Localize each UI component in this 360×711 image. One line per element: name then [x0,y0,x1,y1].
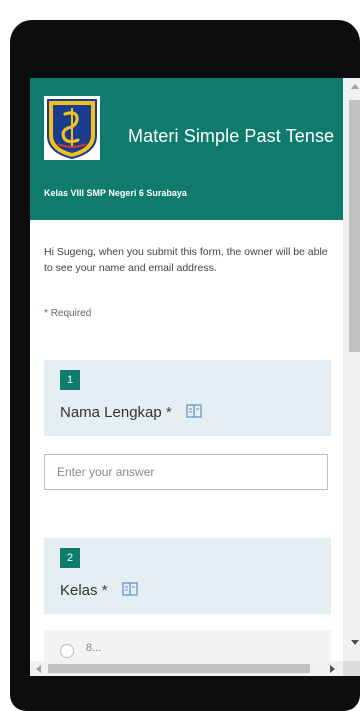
immersive-reader-icon[interactable] [186,404,202,422]
form-content: Materi Simple Past Tense Kelas VIII SMP … [30,78,343,676]
immersive-reader-icon[interactable] [122,582,138,600]
logo-icon [44,96,100,160]
vertical-scroll-thumb[interactable] [349,100,360,352]
vertical-scrollbar[interactable] [343,78,360,661]
required-note: * Required [44,308,91,319]
scroll-down-icon[interactable] [351,640,359,645]
question-card-1: 1 Nama Lengkap * [44,360,331,436]
question-text: Nama Lengkap [60,404,162,421]
horizontal-scrollbar[interactable] [30,661,343,676]
form-subtitle: Kelas VIII SMP Negeri 6 Surabaya [44,188,187,198]
required-mark: * [165,404,172,421]
nama-lengkap-input[interactable]: Enter your answer [44,454,328,490]
question-number: 1 [60,370,80,390]
scroll-up-icon[interactable] [351,84,359,89]
required-star: * [44,308,48,319]
form-title: Materi Simple Past Tense [128,126,335,146]
question-label-nama-lengkap: Nama Lengkap * [60,404,202,422]
horizontal-scroll-thumb[interactable] [48,664,310,673]
scroll-right-icon[interactable] [330,665,335,673]
question-number: 2 [60,548,80,568]
option-radio[interactable] [60,644,74,658]
form-header: Materi Simple Past Tense Kelas VIII SMP … [30,78,343,220]
option-label[interactable]: 8... [86,642,101,654]
question-label-kelas: Kelas * [60,582,138,600]
question-card-2: 2 Kelas * [44,538,331,614]
scrollbar-corner [343,661,360,676]
phone-frame: Materi Simple Past Tense Kelas VIII SMP … [10,20,360,711]
required-mark: * [101,582,108,599]
phone-screen: Materi Simple Past Tense Kelas VIII SMP … [30,78,360,676]
required-label: Required [50,308,92,319]
question-text: Kelas [60,582,98,599]
owner-notice: Hi Sugeng, when you submit this form, th… [44,246,328,274]
scroll-left-icon[interactable] [36,665,41,673]
